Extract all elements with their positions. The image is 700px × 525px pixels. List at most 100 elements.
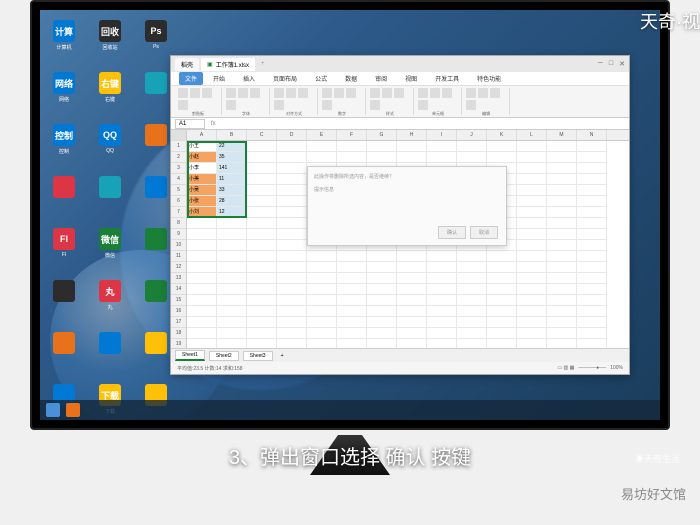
cell[interactable] xyxy=(517,152,547,163)
cell[interactable] xyxy=(427,306,457,317)
tab-docer[interactable]: 稻壳 xyxy=(175,58,199,71)
row-header[interactable]: 18 xyxy=(171,328,186,339)
cell[interactable] xyxy=(337,141,367,152)
cell[interactable]: 小刘 xyxy=(187,207,217,218)
cell[interactable] xyxy=(277,262,307,273)
cell[interactable] xyxy=(457,152,487,163)
cell[interactable] xyxy=(337,295,367,306)
cell[interactable] xyxy=(247,174,277,185)
cell[interactable] xyxy=(397,262,427,273)
cell[interactable] xyxy=(577,328,607,339)
col-header[interactable]: G xyxy=(367,130,397,140)
cell[interactable] xyxy=(457,141,487,152)
cell[interactable] xyxy=(307,328,337,339)
cell[interactable] xyxy=(367,273,397,284)
cell[interactable] xyxy=(547,306,577,317)
cell[interactable]: 35 xyxy=(217,152,247,163)
desktop-icon[interactable]: PsPs xyxy=(142,20,170,54)
cell[interactable] xyxy=(367,295,397,306)
cell[interactable] xyxy=(247,328,277,339)
cell[interactable] xyxy=(577,141,607,152)
menu-item[interactable]: 开始 xyxy=(213,74,225,83)
cell[interactable] xyxy=(517,273,547,284)
cell[interactable] xyxy=(487,339,517,348)
ok-button[interactable]: 确认 xyxy=(438,226,466,239)
cell[interactable] xyxy=(187,273,217,284)
row-header[interactable]: 4 xyxy=(171,174,186,185)
cell[interactable] xyxy=(517,284,547,295)
desktop-icon[interactable] xyxy=(50,280,78,314)
cell[interactable] xyxy=(337,306,367,317)
desktop-icon[interactable] xyxy=(142,124,170,158)
cell[interactable] xyxy=(577,218,607,229)
row-header[interactable]: 15 xyxy=(171,295,186,306)
desktop-icon[interactable] xyxy=(142,72,170,106)
cell[interactable] xyxy=(277,196,307,207)
cell[interactable] xyxy=(247,339,277,348)
cell[interactable] xyxy=(397,251,427,262)
cell[interactable] xyxy=(517,328,547,339)
cell[interactable] xyxy=(517,207,547,218)
row-header[interactable]: 17 xyxy=(171,317,186,328)
cell[interactable] xyxy=(427,317,457,328)
cell[interactable] xyxy=(397,152,427,163)
cell[interactable] xyxy=(217,218,247,229)
tool-group[interactable]: 样式 xyxy=(367,88,414,115)
cell[interactable] xyxy=(577,185,607,196)
cell[interactable] xyxy=(547,339,577,348)
cell[interactable] xyxy=(457,328,487,339)
cell[interactable] xyxy=(307,317,337,328)
row-header[interactable]: 16 xyxy=(171,306,186,317)
col-header[interactable]: D xyxy=(277,130,307,140)
row-header[interactable]: 3 xyxy=(171,163,186,174)
cell[interactable] xyxy=(217,328,247,339)
cell[interactable] xyxy=(517,229,547,240)
cell[interactable] xyxy=(427,284,457,295)
cell[interactable] xyxy=(457,284,487,295)
row-header[interactable]: 9 xyxy=(171,229,186,240)
row-header[interactable]: 5 xyxy=(171,185,186,196)
cell[interactable] xyxy=(337,273,367,284)
tab-add[interactable]: + xyxy=(257,61,269,67)
cell[interactable] xyxy=(277,273,307,284)
cell[interactable]: 28 xyxy=(217,196,247,207)
cell[interactable] xyxy=(487,141,517,152)
cell[interactable] xyxy=(457,339,487,348)
cell[interactable] xyxy=(217,251,247,262)
cell[interactable] xyxy=(577,152,607,163)
cell[interactable] xyxy=(427,152,457,163)
cell[interactable] xyxy=(217,317,247,328)
row-header[interactable]: 8 xyxy=(171,218,186,229)
cell[interactable] xyxy=(277,163,307,174)
cell[interactable] xyxy=(547,141,577,152)
cell[interactable] xyxy=(547,328,577,339)
cell[interactable] xyxy=(577,339,607,348)
cell[interactable] xyxy=(547,196,577,207)
taskbar-item[interactable] xyxy=(66,403,80,417)
cell[interactable] xyxy=(457,317,487,328)
desktop-icon[interactable]: 控制控制 xyxy=(50,124,78,158)
cell[interactable] xyxy=(247,229,277,240)
row-header[interactable]: 11 xyxy=(171,251,186,262)
cell[interactable] xyxy=(457,251,487,262)
row-header[interactable]: 13 xyxy=(171,273,186,284)
desktop-icon[interactable]: 计算计算机 xyxy=(50,20,78,54)
cell[interactable] xyxy=(337,251,367,262)
col-header[interactable]: F xyxy=(337,130,367,140)
sheet-tab[interactable]: Sheet2 xyxy=(209,351,239,361)
cell[interactable] xyxy=(547,240,577,251)
cell[interactable] xyxy=(487,306,517,317)
menu-item[interactable]: 特色功能 xyxy=(477,74,501,83)
menu-item[interactable]: 页面布局 xyxy=(273,74,297,83)
cell[interactable] xyxy=(307,306,337,317)
cell[interactable]: 小吴 xyxy=(187,185,217,196)
cell[interactable] xyxy=(187,317,217,328)
desktop-icon[interactable] xyxy=(50,176,78,210)
cell[interactable] xyxy=(577,207,607,218)
cell[interactable] xyxy=(427,273,457,284)
cell[interactable] xyxy=(397,295,427,306)
col-header[interactable]: H xyxy=(397,130,427,140)
cell[interactable] xyxy=(517,141,547,152)
cell[interactable] xyxy=(577,251,607,262)
maximize-button[interactable]: □ xyxy=(609,60,613,68)
